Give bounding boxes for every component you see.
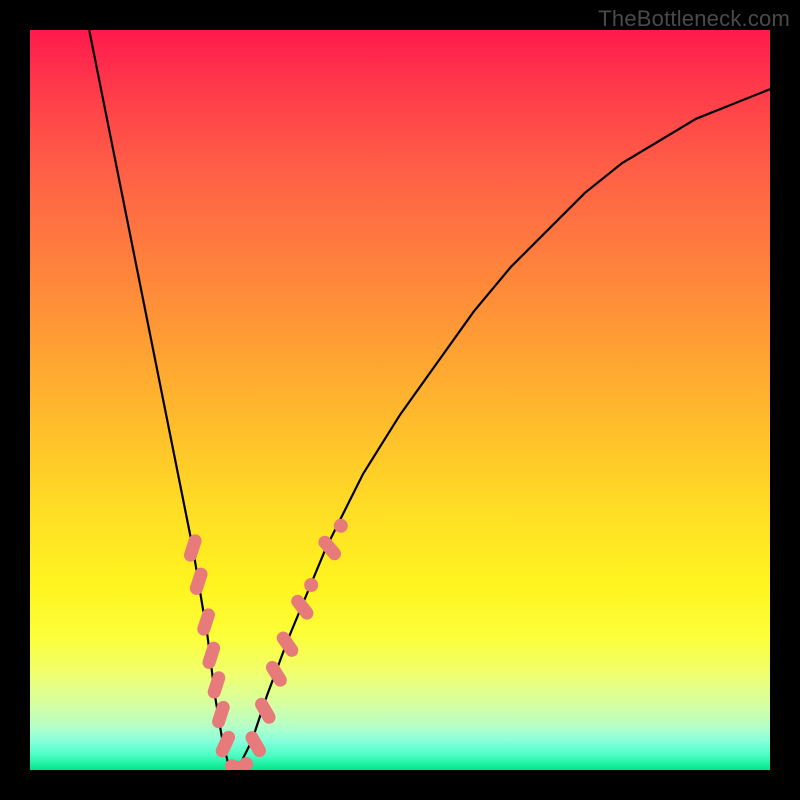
bottleneck-curve <box>89 30 770 770</box>
curve-marker-dot <box>334 519 348 533</box>
curve-marker-capsule <box>263 658 289 689</box>
chart-svg <box>30 30 770 770</box>
curve-marker-capsule <box>188 566 209 597</box>
curve-marker-capsule <box>214 729 238 760</box>
curve-marker-capsule <box>274 629 301 659</box>
curve-marker-dot <box>304 578 318 592</box>
curve-marker-capsule <box>206 670 227 701</box>
watermark-text: TheBottleneck.com <box>598 6 790 32</box>
plot-area <box>30 30 770 770</box>
curve-marker-dot <box>239 757 253 770</box>
chart-container: TheBottleneck.com <box>0 0 800 800</box>
curve-marker-capsule <box>182 533 203 564</box>
curve-marker-capsule <box>243 729 268 760</box>
curve-marker-capsule <box>289 592 316 622</box>
curve-marker-capsule <box>253 695 278 726</box>
curve-marker-capsule <box>316 533 344 563</box>
curve-marker-capsule <box>196 607 217 638</box>
curve-marker-capsule <box>201 640 222 671</box>
curve-marker-capsule <box>210 699 231 730</box>
